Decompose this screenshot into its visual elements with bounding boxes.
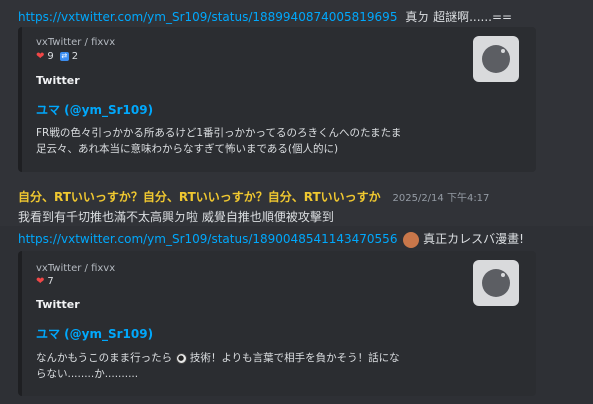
message-3: https://vxtwitter.com/ym_Sr109/status/18… [18,230,524,248]
retweet-count: 2 [71,51,79,62]
embed-stats: ❤ 7 [36,276,54,287]
embed-site-name: Twitter [36,74,80,87]
embed-description-line-2: 足云々、あれ本当に意味わからなすぎて怖いまである(個人的に) [36,143,339,155]
like-count: 7 [47,276,54,287]
username[interactable]: 自分、RTいいっすか？自分、RTいいっすか？自分、RTいいっすか [18,190,381,204]
embed-site-name: Twitter [36,298,80,311]
embed-author[interactable]: ユマ (@ym_Sr109) [36,101,153,118]
message-1: https://vxtwitter.com/ym_Sr109/status/18… [18,8,512,25]
tweet-link-2[interactable]: https://vxtwitter.com/ym_Sr109/status/18… [18,232,397,246]
tweet-embed-2: vxTwitter / fixvx ❤ 7 Twitter ユマ (@ym_Sr… [18,251,536,396]
face-emoji-icon [403,231,420,248]
avatar-placeholder-icon[interactable] [473,260,519,306]
tweet-link-1[interactable]: https://vxtwitter.com/ym_Sr109/status/18… [18,10,397,24]
message-2-header: 自分、RTいいっすか？自分、RTいいっすか？自分、RTいいっすか 2025/2/… [18,188,489,205]
timestamp: 2025/2/14 下午4:17 [392,193,490,204]
embed-description-line-1: なんかもうこのまま行ったら ● 技術！よりも言葉で相手を負かそう！話にな [36,352,400,364]
embed-stats: ❤ 9 ⇄ 2 [36,51,78,62]
embed-author[interactable]: ユマ (@ym_Sr109) [36,325,153,342]
heart-icon: ❤ [36,51,45,62]
like-count: 9 [47,51,54,62]
message-3-text: 真正カレスバ漫畫! [423,232,524,246]
message-1-text: 真ㄉ 超謎啊......== [405,10,513,24]
embed-provider[interactable]: vxTwitter / fixvx [36,37,115,48]
retweet-icon: ⇄ [59,52,69,61]
embed-provider[interactable]: vxTwitter / fixvx [36,263,115,274]
message-2-text: 我看到有千切推也滿不太高興ㄉ啦 威覺自推也順便被攻擊到 [18,210,334,224]
soccer-ball-emoji-icon: ● [175,352,187,364]
heart-icon: ❤ [36,276,45,287]
avatar-placeholder-icon[interactable] [473,36,519,82]
embed-description-line-1: FR戦の色々引っかかる所あるけど1番引っかかってるのろきくんへのたまたま [36,127,402,139]
tweet-embed-1: vxTwitter / fixvx ❤ 9 ⇄ 2 Twitter ユマ (@y… [18,27,536,172]
embed-description-line-2: らない........か.......... [36,368,139,380]
